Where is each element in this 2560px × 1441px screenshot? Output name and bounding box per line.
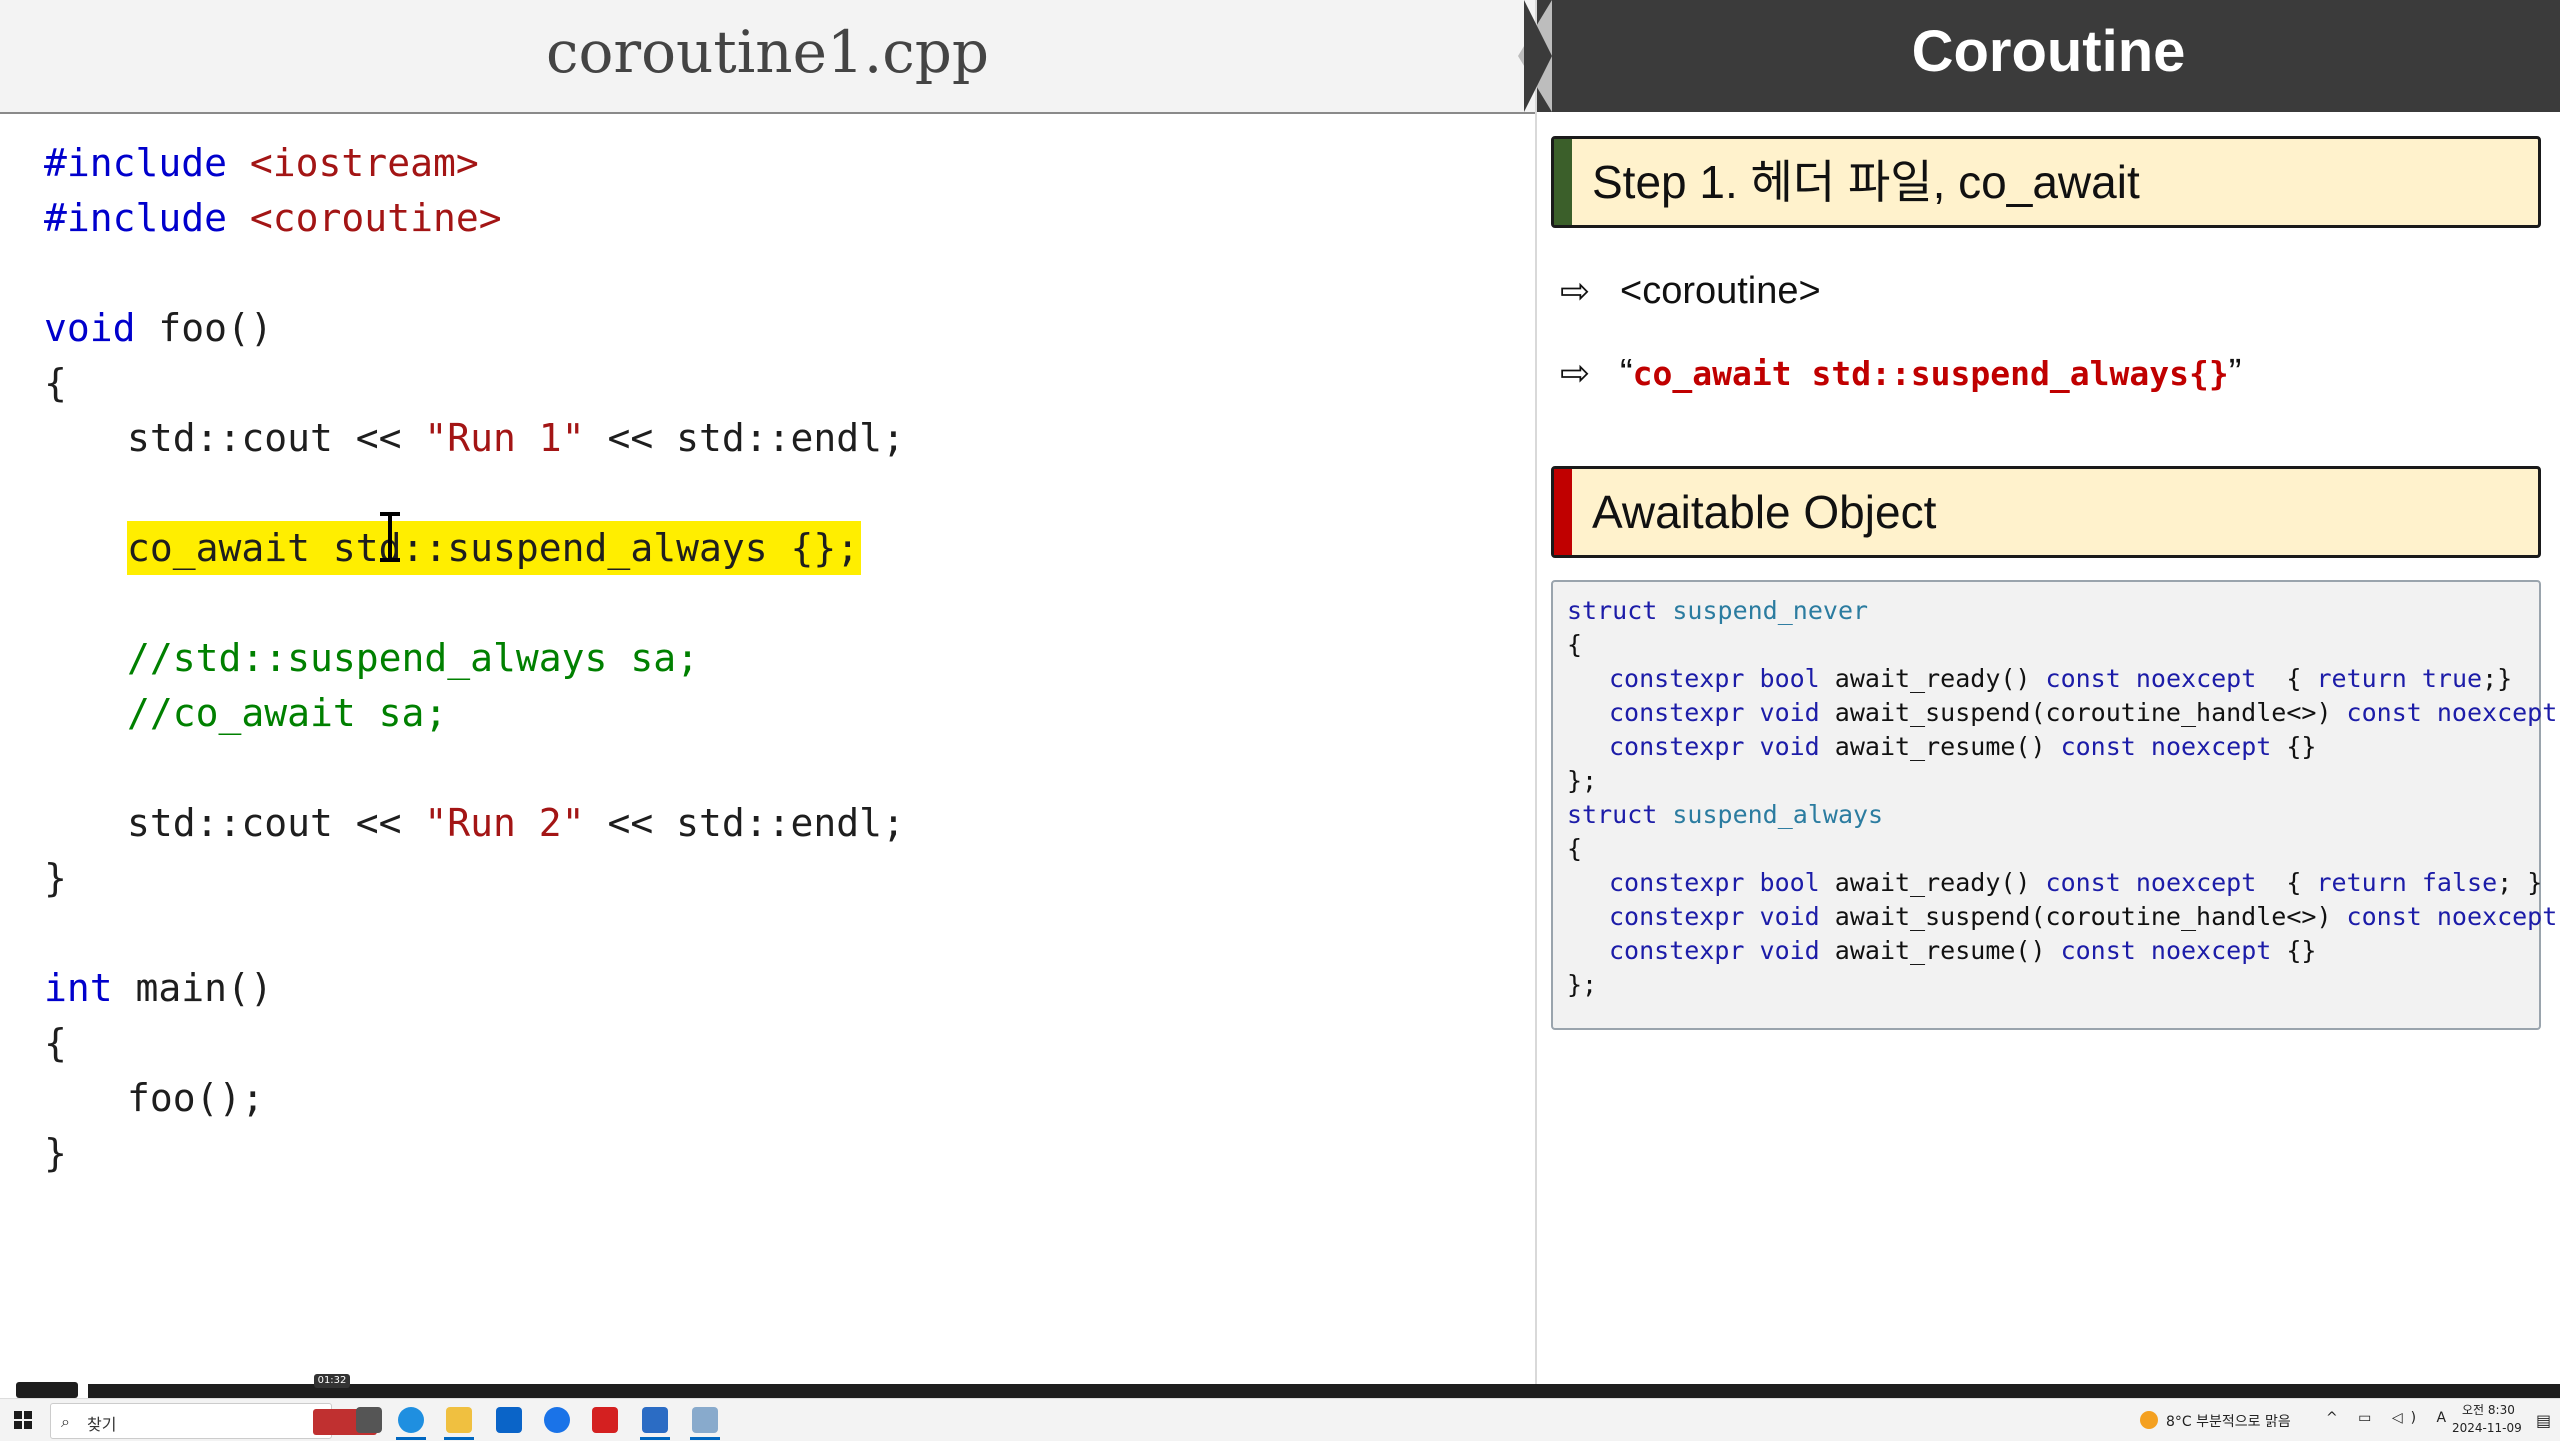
- code-box-line: {: [1567, 630, 1583, 659]
- taskbar-search[interactable]: ⌕ 찾기: [50, 1403, 377, 1439]
- banner-accent-bar: [1554, 139, 1572, 225]
- highlighted-code-line: co_await std::suspend_always {};: [127, 521, 862, 575]
- clock-date[interactable]: 2024-11-09: [2452, 1421, 2522, 1435]
- editor-header: coroutine1.cpp: [0, 0, 1535, 114]
- code-box-line: };: [1567, 766, 1598, 795]
- code-box: struct suspend_never { constexpr bool aw…: [1551, 580, 2557, 1030]
- time-tooltip: 01:32: [314, 1374, 350, 1388]
- code-box-line: {: [1567, 834, 1583, 863]
- notification-icon[interactable]: ▤: [2536, 1411, 2551, 1430]
- app-icon[interactable]: [544, 1407, 570, 1433]
- code-line: foo();: [127, 1076, 265, 1120]
- code-box-line: constexpr void await_resume() const noex…: [1609, 732, 2317, 761]
- comment-line: //std::suspend_always sa;: [127, 636, 699, 680]
- windows-start-icon[interactable]: [14, 1411, 32, 1429]
- system-tray: 8°C 부분적으로 맑음 ^ ▭ ◁) A 오전 8:30 2024-11-09…: [2140, 1399, 2560, 1441]
- pane-divider: [1535, 0, 1537, 1395]
- search-icon: ⌕: [61, 1412, 70, 1431]
- code-box-line: constexpr void await_resume() const noex…: [1609, 936, 2317, 965]
- weather-text[interactable]: 8°C 부분적으로 맑음: [2166, 1411, 2291, 1431]
- task-view-icon[interactable]: [356, 1407, 382, 1433]
- outlook-icon[interactable]: [496, 1407, 522, 1433]
- visual-studio-icon[interactable]: [642, 1407, 668, 1433]
- arrow-right-icon: ⇨: [1560, 352, 1591, 393]
- slide-title: Coroutine: [1911, 19, 2186, 84]
- clock-time[interactable]: 오전 8:30: [2462, 1401, 2515, 1418]
- play-button[interactable]: [16, 1382, 78, 1398]
- code-box-line: struct suspend_never: [1567, 596, 1869, 625]
- code-box-line: constexpr bool await_ready() const noexc…: [1609, 664, 2513, 693]
- code-line: #include <iostream>: [44, 141, 479, 185]
- taskbar: ⌕ 찾기 8°C 부분적으로 맑음 ^ ▭ ◁) A 오전 8:30 2024-…: [0, 1398, 2560, 1441]
- code-box-line: constexpr void await_suspend(coroutine_h…: [1609, 698, 2558, 727]
- code-line: {: [44, 361, 67, 405]
- code-line: }: [44, 1131, 67, 1175]
- comment-line: //co_await sa;: [127, 691, 448, 735]
- bullet-code: co_await std::suspend_always{}: [1632, 354, 2229, 393]
- code-box-line: };: [1567, 970, 1598, 999]
- code-line: std::cout << "Run 1" << std::endl;: [127, 416, 905, 460]
- code-line: }: [44, 856, 67, 900]
- step-banner-text: Step 1. 헤더 파일, co_await: [1592, 156, 2140, 208]
- section-banner: Awaitable Object: [1551, 466, 2541, 558]
- code-line: std::cout << "Run 2" << std::endl;: [127, 801, 905, 845]
- code-line: #include <coroutine>: [44, 196, 502, 240]
- step-banner: Step 1. 헤더 파일, co_await: [1551, 136, 2541, 228]
- code-box-line: struct suspend_always: [1567, 800, 1884, 829]
- banner-accent-bar: [1554, 469, 1572, 555]
- bullet-text: <coroutine>: [1620, 270, 1821, 312]
- code-line: int main(): [44, 966, 273, 1010]
- code-line: void foo(): [44, 306, 273, 350]
- code-line: {: [44, 1021, 67, 1065]
- pdf-reader-icon[interactable]: [592, 1407, 618, 1433]
- weather-icon[interactable]: [2140, 1411, 2158, 1429]
- code-editor[interactable]: #include <iostream> #include <coroutine>…: [44, 112, 1524, 1362]
- tray-icons[interactable]: ^ ▭ ◁) A: [2326, 1410, 2454, 1426]
- progress-bar[interactable]: [88, 1384, 2560, 1398]
- player-controls[interactable]: [2400, 1386, 2540, 1398]
- file-explorer-icon[interactable]: [446, 1407, 472, 1433]
- bullet-item: ⇨ <coroutine>: [1560, 266, 1821, 316]
- file-title: coroutine1.cpp: [545, 18, 989, 86]
- app-icon[interactable]: [692, 1407, 718, 1433]
- bullet-item: ⇨ “co_await std::suspend_always{}”: [1560, 348, 2241, 398]
- edge-browser-icon[interactable]: [398, 1407, 424, 1433]
- search-placeholder: 찾기: [87, 1415, 117, 1434]
- code-box-line: constexpr void await_suspend(coroutine_h…: [1609, 902, 2558, 931]
- section-banner-text: Awaitable Object: [1592, 486, 1937, 538]
- code-box-line: constexpr bool await_ready() const noexc…: [1609, 868, 2543, 897]
- ibeam-cursor-icon: [380, 512, 400, 562]
- arrow-right-icon: ⇨: [1560, 270, 1591, 311]
